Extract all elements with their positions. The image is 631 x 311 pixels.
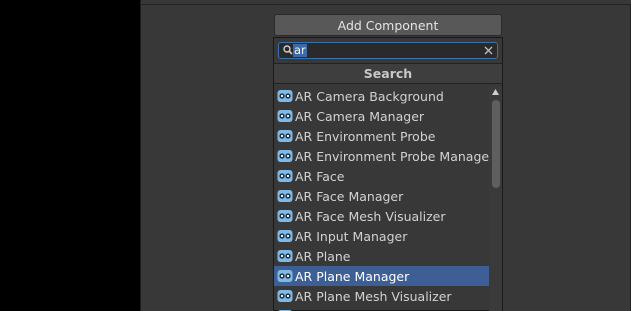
popup-header: Search [274,63,502,84]
popup-header-title: Search [363,66,413,81]
scrollbar-thumb[interactable] [492,100,500,188]
add-component-label: Add Component [337,17,439,33]
list-item[interactable]: AR Plane Manager [274,266,489,286]
list-item-label: AR Face [295,168,345,184]
list-item[interactable]: AR Point Cloud [274,306,489,311]
list-item-label: AR Camera Background [295,88,444,104]
list-item-label: AR Camera Manager [295,108,425,124]
scene-view-area [0,0,140,311]
ar-component-icon [277,209,293,223]
clear-search-icon[interactable] [483,45,494,56]
ar-component-icon [277,129,293,143]
ar-component-icon [277,249,293,263]
add-component-popup: ar Search AR Camera Background AR Camera… [273,37,503,311]
unity-editor-window: Add Component ar Search AR Camera Backgr… [0,0,631,311]
ar-component-icon [277,169,293,183]
list-item-label: AR Environment Probe [295,128,436,144]
list-item-label: AR Plane Manager [295,268,410,284]
scroll-up-arrow-icon[interactable] [491,88,500,96]
list-scrollbar[interactable] [489,86,502,311]
search-field[interactable]: ar [278,42,498,59]
list-item-label: AR Face Mesh Visualizer [295,208,446,224]
add-component-button[interactable]: Add Component [274,14,502,36]
list-item[interactable]: AR Plane Mesh Visualizer [274,286,489,306]
ar-component-icon [277,229,293,243]
list-item-label: AR Plane [295,248,351,264]
list-item-label: AR Input Manager [295,228,408,244]
ar-component-icon [277,89,293,103]
ar-component-icon [277,269,293,283]
list-item[interactable]: AR Face [274,166,489,186]
list-item[interactable]: AR Environment Probe [274,126,489,146]
list-item[interactable]: AR Environment Probe Manager [274,146,489,166]
list-item-label: AR Environment Probe Manager [295,148,489,164]
list-item[interactable]: AR Plane [274,246,489,266]
list-item[interactable]: AR Input Manager [274,226,489,246]
list-item-label: AR Plane Mesh Visualizer [295,288,452,304]
list-item[interactable]: AR Camera Background [274,86,489,106]
ar-component-icon [277,189,293,203]
list-item-label: AR Face Manager [295,188,404,204]
search-input[interactable]: ar [293,44,307,57]
list-item[interactable]: AR Camera Manager [274,106,489,126]
list-item[interactable]: AR Face Mesh Visualizer [274,206,489,226]
component-list: AR Camera Background AR Camera Manager A… [274,86,489,311]
ar-component-icon [277,289,293,303]
inspector-separator [141,4,631,5]
list-item[interactable]: AR Face Manager [274,186,489,206]
ar-component-icon [277,149,293,163]
ar-component-icon [277,109,293,123]
